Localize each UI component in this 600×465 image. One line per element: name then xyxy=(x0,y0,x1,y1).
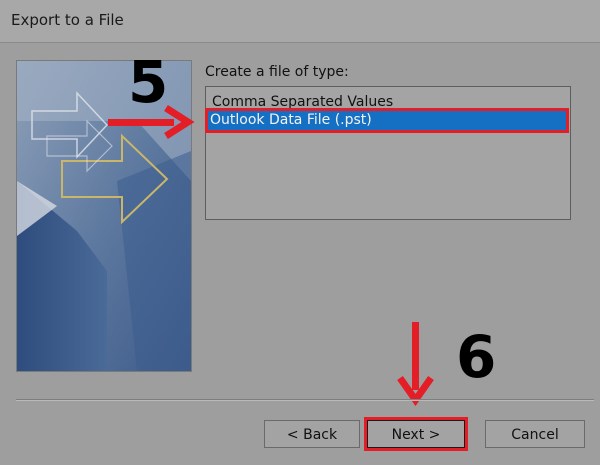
file-type-label: Create a file of type: xyxy=(205,64,349,80)
list-item-csv[interactable]: Comma Separated Values xyxy=(210,93,393,112)
step-five-label: 5 xyxy=(128,48,169,116)
next-button[interactable]: Next > xyxy=(364,417,468,451)
button-separator xyxy=(16,399,594,401)
step-six-label: 6 xyxy=(456,323,497,391)
file-type-listbox[interactable]: Comma Separated Values Outlook Data File… xyxy=(205,86,571,220)
cancel-button[interactable]: Cancel xyxy=(485,420,585,448)
red-arrow-down-icon xyxy=(397,322,434,406)
window-title: Export to a File xyxy=(11,11,124,29)
list-item-pst[interactable]: Outlook Data File (.pst) xyxy=(205,108,569,133)
title-bar: Export to a File xyxy=(0,0,600,43)
red-arrow-right-icon xyxy=(108,105,195,139)
back-button[interactable]: < Back xyxy=(264,420,360,448)
